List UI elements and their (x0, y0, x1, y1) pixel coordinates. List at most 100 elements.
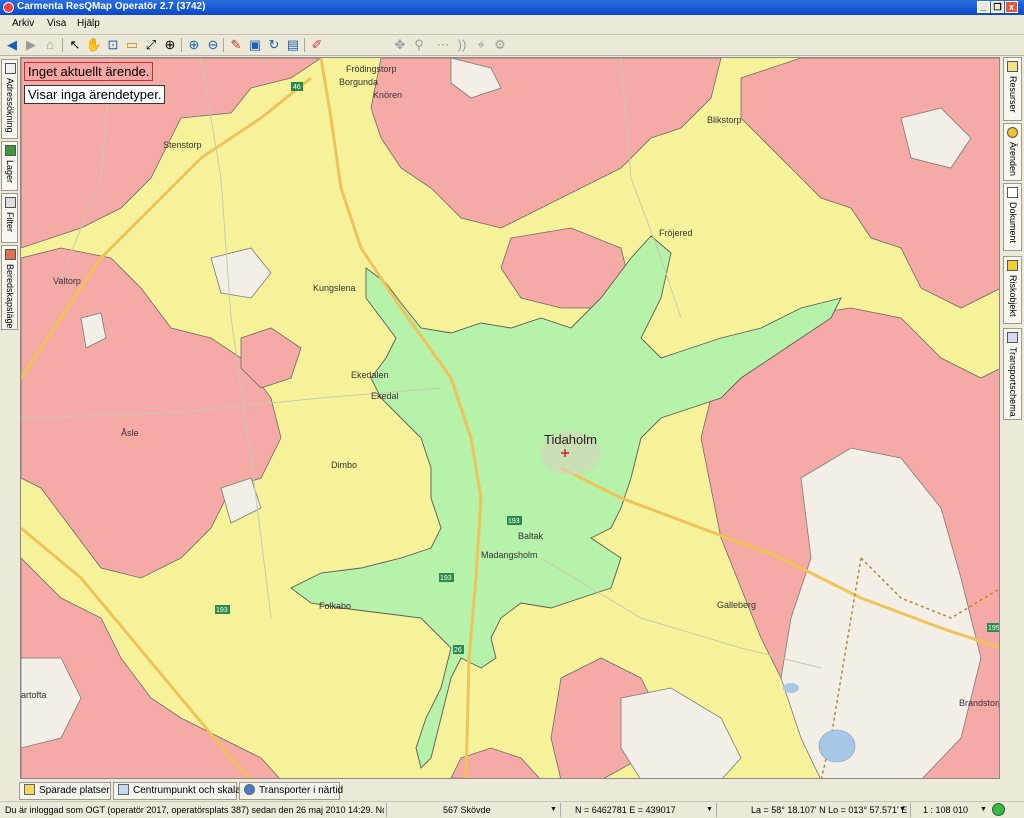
right-tab-strip: Resurser Ärenden Dokument Riskobjekt Tra… (1001, 57, 1024, 779)
settings-icon[interactable]: ⚙ (491, 36, 509, 54)
info-icon (244, 784, 255, 795)
track-icon[interactable]: ⋯ (434, 36, 452, 54)
print-map-icon[interactable]: ▤ (284, 36, 302, 54)
label-folkabo: Folkabo (319, 601, 351, 611)
tab-label: Sparade platser (39, 785, 110, 796)
document-icon (1007, 187, 1018, 198)
label-madangsholm: Madangsholm (481, 550, 538, 560)
toolbar: ◀ ▶ ⌂ ↖ ✋ ⊡ ▭ ⤢ ⊕ ⊕ ⊖ ✎ ▣ ↻ ▤ ✐ ✥ ⚲ ⋯ ))… (0, 35, 1024, 56)
road-shield: 26 (454, 647, 462, 654)
label-borgunda: Borgunda (339, 77, 378, 87)
tab-beredskapslage[interactable]: Beredskapsläge (1, 245, 18, 330)
select-arrow-icon[interactable]: ↖ (66, 36, 84, 54)
wgs-coordinates[interactable]: La = 58° 18.107' N Lo = 013° 57.571' E (716, 803, 908, 817)
warning-triangle-icon (1007, 260, 1018, 271)
map-canvas[interactable]: Tidaholm Frödingstorp Borgunda Knören St… (21, 58, 1000, 779)
app-icon (3, 2, 14, 13)
measure-ruler-icon[interactable]: ▭ (123, 36, 141, 54)
tab-label: Transporter i närtid (259, 785, 344, 796)
menu-hjalp[interactable]: Hjälp (77, 18, 100, 29)
label-knoren: Knören (373, 90, 402, 100)
map-locate-icon[interactable]: ⊕ (161, 36, 179, 54)
close-button[interactable]: x (1005, 1, 1018, 13)
tab-adressokning[interactable]: Adressökning (1, 59, 18, 139)
label-tidaholm: Tidaholm (544, 432, 597, 447)
pan-hand-icon[interactable]: ✋ (85, 36, 103, 54)
map-scale[interactable]: 1 : 108 010 (910, 803, 988, 817)
draw-pen-icon[interactable]: ✎ (227, 36, 245, 54)
home-icon[interactable]: ⌂ (41, 36, 59, 54)
address-book-icon (5, 63, 16, 74)
route-icon[interactable]: ⌖ (472, 36, 490, 54)
tab-label: Dokument (1008, 202, 1018, 244)
tab-resurser[interactable]: Resurser (1003, 57, 1022, 121)
label-ekedal: Ekedal (371, 391, 399, 401)
label-frodingstorp: Frödingstorp (346, 64, 397, 74)
menu-bar: Arkiv Visa Hjälp (0, 15, 1024, 35)
minimize-button[interactable]: _ (977, 1, 990, 13)
dropdown-arrow-icon[interactable]: ▼ (899, 806, 906, 813)
forward-arrow-icon[interactable]: ▶ (22, 36, 40, 54)
gps-icon[interactable]: ✥ (391, 36, 409, 54)
menu-arkiv[interactable]: Arkiv (12, 18, 34, 29)
zoom-box-icon[interactable]: ⊡ (104, 36, 122, 54)
tab-transportschema[interactable]: Transportschema (1003, 328, 1022, 420)
menu-visa[interactable]: Visa (47, 18, 66, 29)
road-shield: 193 (216, 607, 228, 614)
left-tab-strip: Adressökning Lager Filter Beredskapsläge (0, 57, 19, 779)
label-frojered: Fröjered (659, 228, 693, 238)
label-stenstorp: Stenstorp (163, 140, 202, 150)
dropdown-arrow-icon[interactable]: ▼ (980, 806, 987, 813)
label-hartofta: artofta (21, 690, 47, 700)
road-shield: 193 (440, 575, 452, 582)
eraser-icon[interactable]: ✐ (308, 36, 326, 54)
tab-arenden[interactable]: Ärenden (1003, 123, 1022, 181)
tab-label: Transportschema (1008, 347, 1018, 417)
no-active-case-message: Inget aktuellt ärende. (24, 62, 154, 81)
bottom-tab-strip: Sparade platser Centrumpunkt och skala T… (0, 780, 1024, 801)
tab-label: Beredskapsläge (5, 264, 15, 329)
zoom-in-icon[interactable]: ⊕ (185, 36, 203, 54)
connection-status-icon (992, 803, 1005, 816)
road-shield: 195 (988, 625, 1000, 632)
tab-filter[interactable]: Filter (1, 193, 18, 243)
label-baltak: Baltak (518, 531, 544, 541)
dropdown-arrow-icon[interactable]: ▼ (706, 806, 713, 813)
tab-label: Filter (5, 212, 15, 232)
schedule-table-icon (1007, 332, 1018, 343)
dropdown-arrow-icon[interactable]: ▼ (550, 806, 557, 813)
tab-label: Lager (5, 160, 15, 184)
label-asle: Åsle (121, 428, 139, 438)
layer-view-icon[interactable]: ▣ (246, 36, 264, 54)
cases-icon (1007, 127, 1018, 138)
municipality-select[interactable]: 567 Skövde (386, 803, 558, 817)
search-person-icon[interactable]: ⚲ (410, 36, 428, 54)
tab-label: Adressökning (5, 78, 15, 133)
label-kungslena: Kungslena (313, 283, 356, 293)
lake (783, 683, 799, 693)
saved-places-icon (24, 784, 35, 795)
login-status: Du är inloggad som OGT (operatör 2017, o… (5, 805, 384, 815)
map-view[interactable]: Tidaholm Frödingstorp Borgunda Knören St… (20, 57, 1000, 779)
window-title: Carmenta ResQMap Operatör 2.7 (3742) (17, 1, 206, 12)
back-arrow-icon[interactable]: ◀ (3, 36, 21, 54)
label-brandstorp: Brandstorp (959, 698, 1000, 708)
tab-riskobjekt[interactable]: Riskobjekt (1003, 256, 1022, 324)
tab-label: Riskobjekt (1008, 275, 1018, 317)
tab-lager[interactable]: Lager (1, 141, 18, 191)
refresh-map-icon[interactable]: ↻ (265, 36, 283, 54)
center-scale-icon (118, 784, 129, 795)
tab-centrumpunkt-och-skala[interactable]: Centrumpunkt och skala (113, 782, 241, 800)
tab-transporter-i-nartid[interactable]: Transporter i närtid (239, 782, 344, 800)
tab-sparade-platser[interactable]: Sparade platser (19, 782, 111, 800)
radio-icon[interactable]: )) (453, 36, 471, 54)
tab-dokument[interactable]: Dokument (1003, 183, 1022, 251)
label-valtorp: Valtorp (53, 276, 81, 286)
resources-icon (1007, 61, 1018, 72)
restore-button[interactable]: ❐ (991, 1, 1004, 13)
label-ekedalen: Ekedalen (351, 370, 389, 380)
sweref-coordinates[interactable]: N = 6462781 E = 439017 (560, 803, 714, 817)
filter-funnel-icon (5, 197, 16, 208)
zoom-out-icon[interactable]: ⊖ (204, 36, 222, 54)
scale-icon[interactable]: ⤢ (142, 36, 160, 54)
